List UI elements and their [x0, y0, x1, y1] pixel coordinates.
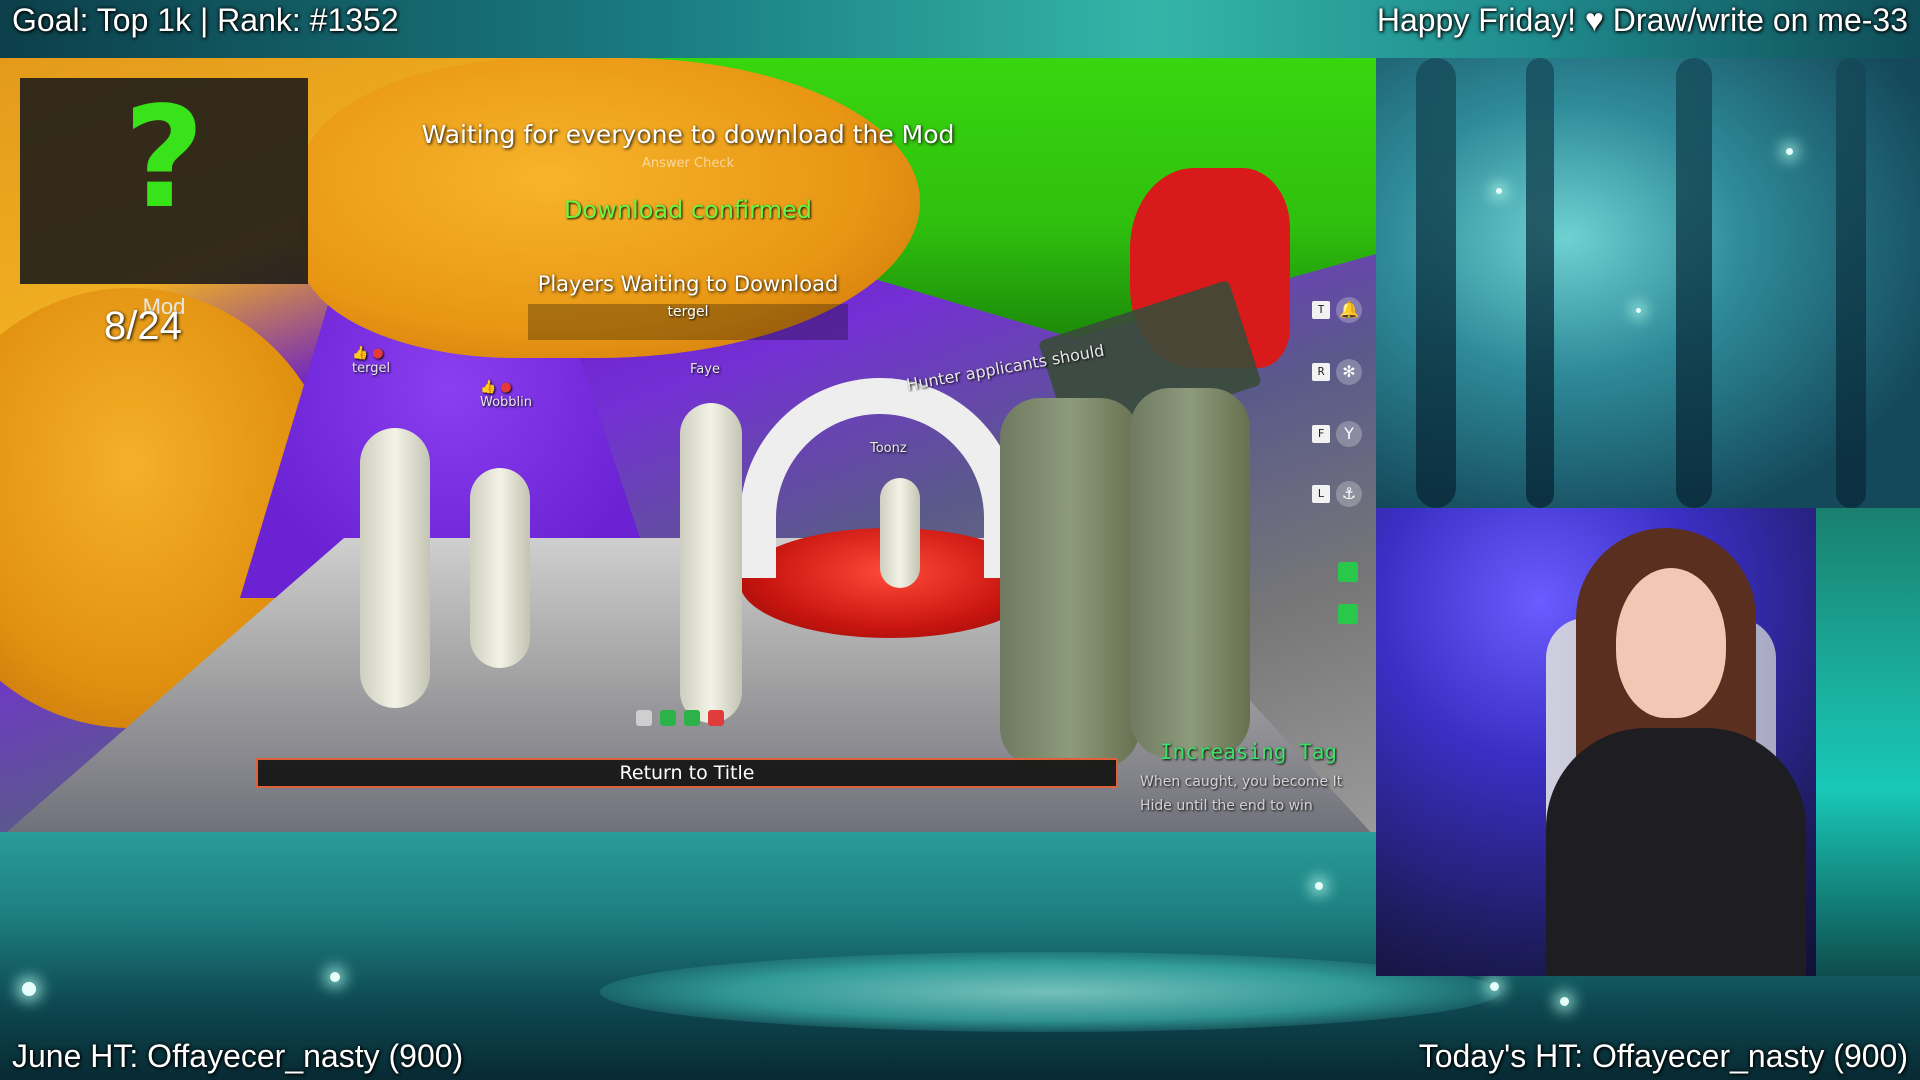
toggle-switch[interactable]: [1338, 604, 1358, 624]
waiting-player-name: tergel: [667, 304, 709, 320]
player-nametag: Toonz: [870, 441, 907, 456]
point-icon: Y: [1336, 421, 1362, 447]
thumbs-up-icon: 👍: [480, 380, 497, 395]
june-hype-train-text: June HT: Offayecer_nasty (900): [12, 1038, 464, 1074]
greeting-text: Happy Friday! ♥ Draw/write on me-33: [1376, 2, 1908, 38]
player-nametag: Faye: [690, 362, 720, 377]
tree-trunk: [1526, 58, 1554, 508]
firefly: [1496, 188, 1502, 194]
control-hint: T 🔔: [1298, 288, 1362, 332]
firefly: [1315, 882, 1323, 890]
player-figure: [1130, 388, 1250, 758]
firefly: [1636, 308, 1641, 313]
mod-counter: 8/24: [104, 304, 182, 348]
streamer-body: [1546, 728, 1806, 976]
mod-panel: ?: [20, 78, 308, 284]
pose-icon: ✻: [1336, 359, 1362, 385]
game-mode-description: When caught, you become It: [1140, 774, 1343, 790]
red-dot-icon: ●: [372, 346, 384, 361]
player-figure: [1000, 398, 1140, 768]
led-wall: [1816, 508, 1920, 976]
thumbs-up-icon: 👍: [352, 346, 369, 361]
firefly: [1560, 997, 1569, 1006]
game-mode-title: Increasing Tag: [1160, 740, 1338, 764]
player-figure: [470, 468, 530, 668]
forest-background-right: [1376, 58, 1920, 508]
today-hype-train-text: Today's HT: Offayecer_nasty (900): [1418, 1038, 1908, 1074]
control-hint: R ✻: [1298, 350, 1362, 394]
firefly: [1490, 982, 1499, 991]
anchor-icon: ⚓: [1336, 481, 1362, 507]
player-figure: [880, 478, 920, 588]
tree-trunk: [1676, 58, 1712, 508]
goal-rank-text: Goal: Top 1k | Rank: #1352: [12, 2, 399, 38]
firefly: [1786, 148, 1793, 155]
players-waiting-list: tergel: [528, 304, 848, 340]
player-figure: [360, 428, 430, 708]
hotbar-slot: [636, 710, 652, 726]
download-confirmed-text: Download confirmed: [564, 196, 812, 224]
players-waiting-header: Players Waiting to Download: [537, 272, 839, 296]
toggle-switch[interactable]: [1338, 562, 1358, 582]
tree-trunk: [1836, 58, 1866, 508]
game-mode-description: Hide until the end to win: [1140, 798, 1313, 814]
player-nametag: 👍 ● Wobblin: [480, 380, 533, 410]
hotbar: [636, 710, 724, 726]
river: [600, 952, 1500, 1032]
control-hint: L ⚓: [1298, 472, 1362, 516]
game-view[interactable]: ? Mod 8/24 Waiting for everyone to downl…: [0, 58, 1376, 832]
player-nametag: 👍 ● tergel: [352, 346, 391, 376]
firefly: [22, 982, 36, 996]
bell-icon: 🔔: [1336, 297, 1362, 323]
hotbar-slot: [660, 710, 676, 726]
streamer-face: [1616, 568, 1726, 718]
hotbar-slot: [708, 710, 724, 726]
tree-trunk: [1416, 58, 1456, 508]
status-subtext: Answer Check: [641, 156, 734, 171]
return-to-title-button[interactable]: Return to Title: [256, 758, 1118, 788]
red-dot-icon: ●: [500, 380, 512, 395]
download-status-text: Waiting for everyone to download the Mod: [421, 120, 955, 149]
hotbar-slot: [684, 710, 700, 726]
player-figure: [680, 403, 742, 723]
firefly: [330, 972, 340, 982]
webcam-feed: [1376, 508, 1920, 976]
control-hint: F Y: [1298, 412, 1362, 456]
